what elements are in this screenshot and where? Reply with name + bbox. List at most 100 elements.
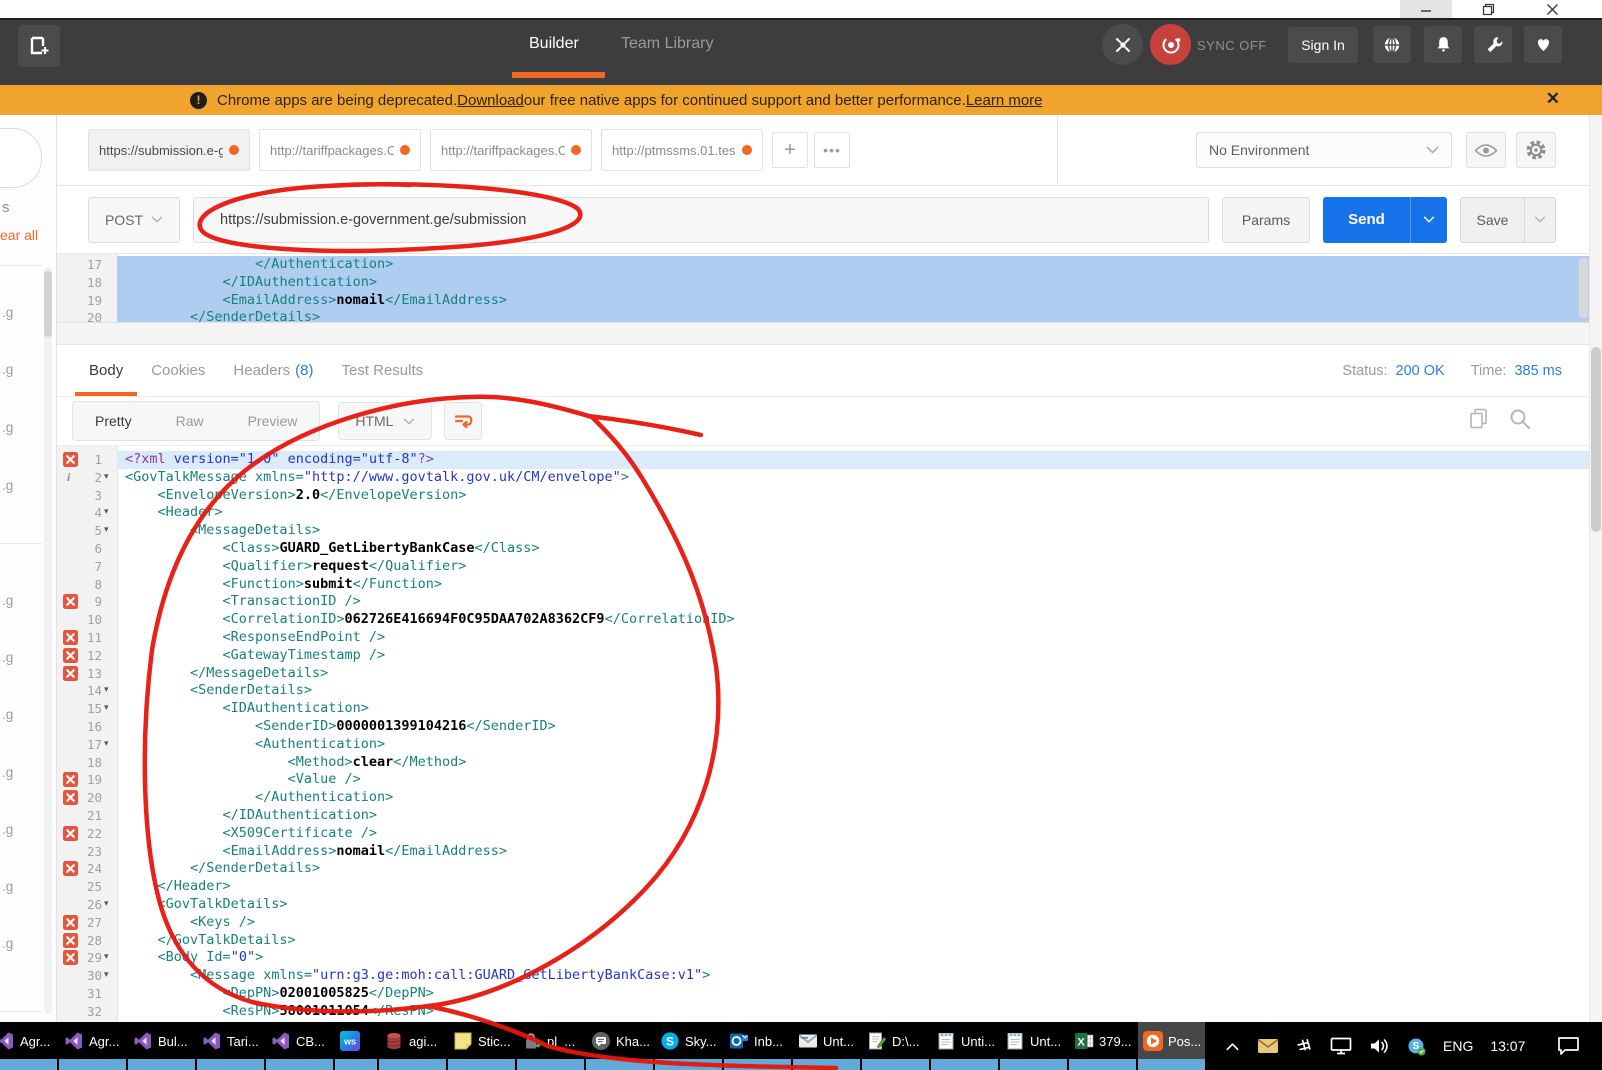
- fold-caret-icon[interactable]: ▾: [102, 896, 115, 914]
- banner-close-icon[interactable]: ✕: [1546, 89, 1560, 109]
- params-button[interactable]: Params: [1222, 197, 1310, 243]
- method-selector[interactable]: POST: [88, 197, 180, 243]
- history-item[interactable]: .g: [2, 478, 13, 493]
- save-options-button[interactable]: [1524, 198, 1555, 242]
- request-tab[interactable]: http://tariffpackages.C: [430, 129, 592, 171]
- tab-builder[interactable]: Builder: [529, 35, 579, 53]
- add-tab-button[interactable]: +: [772, 132, 808, 168]
- restore-button[interactable]: [1462, 0, 1514, 18]
- tab-cookies[interactable]: Cookies: [137, 345, 219, 396]
- mode-preview[interactable]: Preview: [226, 402, 320, 440]
- taskbar-item[interactable]: Inb...: [724, 1022, 791, 1070]
- sidebar-scrollbar-thumb[interactable]: [44, 271, 52, 337]
- send-label[interactable]: Send: [1323, 197, 1410, 243]
- history-item[interactable]: .g: [2, 879, 13, 894]
- copy-icon[interactable]: [1467, 407, 1490, 431]
- taskbar-item[interactable]: D:\...: [862, 1022, 929, 1070]
- taskbar-item[interactable]: WS: [335, 1022, 377, 1070]
- taskbar-item[interactable]: pl_...: [517, 1022, 584, 1070]
- favorites-button[interactable]: [1524, 26, 1562, 63]
- request-body-editor[interactable]: 17 </Authentication>18 </IDAuthenticatio…: [57, 253, 1602, 323]
- fold-caret-icon[interactable]: ▾: [102, 700, 115, 718]
- tab-overflow-button[interactable]: •••: [814, 132, 850, 168]
- main-scrollbar-thumb[interactable]: [1591, 347, 1601, 532]
- learn-more-link[interactable]: Learn more: [966, 92, 1043, 109]
- url-input[interactable]: [193, 197, 1209, 243]
- tab-body[interactable]: Body: [75, 345, 137, 396]
- tab-headers[interactable]: Headers(8): [219, 345, 327, 396]
- request-tab[interactable]: https://submission.e-g: [88, 129, 250, 171]
- taskbar-item[interactable]: X379...: [1069, 1022, 1136, 1070]
- fold-caret-icon[interactable]: ▾: [102, 504, 115, 522]
- environment-selector[interactable]: No Environment: [1196, 132, 1452, 168]
- history-item[interactable]: .g: [2, 822, 13, 837]
- history-item[interactable]: .g: [2, 593, 13, 608]
- history-item[interactable]: .g: [2, 420, 13, 435]
- taskbar-item[interactable]: Kha...: [586, 1022, 653, 1070]
- request-tab[interactable]: http://ptmssms.01.tes: [601, 129, 763, 171]
- mode-pretty[interactable]: Pretty: [73, 402, 154, 440]
- tray-skype-icon[interactable]: S: [1407, 1037, 1426, 1056]
- environment-preview-button[interactable]: [1466, 132, 1506, 168]
- history-item[interactable]: .g: [2, 650, 13, 665]
- action-center-icon[interactable]: [1557, 1036, 1580, 1056]
- interceptor-button[interactable]: [1102, 24, 1143, 65]
- fold-caret-icon[interactable]: ▾: [102, 736, 115, 754]
- taskbar-item[interactable]: agi...: [379, 1022, 446, 1070]
- sidebar-search-input[interactable]: [0, 128, 42, 188]
- sidebar-scrollbar[interactable]: [44, 267, 52, 1014]
- download-link[interactable]: Download: [457, 92, 524, 109]
- tab-test-results[interactable]: Test Results: [327, 345, 437, 396]
- format-selector[interactable]: HTML: [338, 402, 432, 440]
- taskbar-item[interactable]: SSky...: [655, 1022, 722, 1070]
- history-item[interactable]: .g: [2, 936, 13, 951]
- search-icon[interactable]: [1508, 407, 1532, 431]
- taskbar-item[interactable]: Agr...: [59, 1022, 126, 1070]
- history-item[interactable]: .g: [2, 765, 13, 780]
- close-window-button[interactable]: [1524, 0, 1580, 18]
- response-body-viewer[interactable]: 1<?xml version="1.0" encoding="utf-8"?>i…: [57, 445, 1602, 1022]
- mode-raw[interactable]: Raw: [154, 402, 226, 440]
- clear-all-link[interactable]: ear all: [0, 227, 38, 243]
- send-button[interactable]: Send: [1323, 197, 1447, 243]
- fold-caret-icon[interactable]: ▾: [102, 469, 115, 487]
- clock[interactable]: 13:07: [1490, 1038, 1525, 1054]
- tab-team-library[interactable]: Team Library: [621, 35, 713, 53]
- taskbar-item[interactable]: Pos...: [1138, 1022, 1205, 1070]
- sign-in-button[interactable]: Sign In: [1288, 27, 1358, 63]
- fold-caret-icon[interactable]: ▾: [102, 949, 115, 967]
- settings-button[interactable]: [1474, 26, 1512, 63]
- main-scrollbar[interactable]: [1589, 115, 1602, 1022]
- notifications-button[interactable]: [1424, 26, 1462, 63]
- wrap-text-button[interactable]: [444, 402, 482, 440]
- fold-caret-icon[interactable]: ▾: [102, 682, 115, 700]
- tray-expand-icon[interactable]: [1225, 1041, 1240, 1052]
- history-item[interactable]: .g: [2, 305, 13, 320]
- history-item[interactable]: .g: [2, 362, 13, 377]
- taskbar-item[interactable]: Bul...: [128, 1022, 195, 1070]
- language-indicator[interactable]: ENG: [1443, 1038, 1473, 1054]
- taskbar-item[interactable]: Stic...: [448, 1022, 515, 1070]
- explore-button[interactable]: [1373, 26, 1411, 63]
- tray-volume-icon[interactable]: [1369, 1037, 1390, 1055]
- taskbar-item[interactable]: Unt...: [1000, 1022, 1067, 1070]
- tray-slack-icon[interactable]: [1296, 1038, 1313, 1055]
- taskbar-item[interactable]: Tari...: [197, 1022, 264, 1070]
- taskbar-item[interactable]: Unti...: [931, 1022, 998, 1070]
- tray-mail-icon[interactable]: [1257, 1038, 1279, 1054]
- minimize-button[interactable]: [1400, 0, 1452, 18]
- taskbar-item[interactable]: Unt...: [793, 1022, 860, 1070]
- save-button[interactable]: Save: [1460, 197, 1556, 243]
- history-item[interactable]: .g: [2, 707, 13, 722]
- tray-network-icon[interactable]: [1330, 1037, 1352, 1055]
- request-tab[interactable]: http://tariffpackages.C: [259, 129, 421, 171]
- taskbar-item[interactable]: CB...: [266, 1022, 333, 1070]
- pane-splitter[interactable]: [57, 323, 1602, 345]
- sync-button[interactable]: [1150, 24, 1191, 65]
- send-options-button[interactable]: [1410, 197, 1447, 243]
- editor-scrollbar-thumb[interactable]: [1579, 258, 1588, 318]
- fold-caret-icon[interactable]: ▾: [102, 522, 115, 540]
- save-label[interactable]: Save: [1461, 198, 1524, 242]
- taskbar-item[interactable]: Agr...: [0, 1022, 57, 1070]
- fold-caret-icon[interactable]: ▾: [102, 967, 115, 985]
